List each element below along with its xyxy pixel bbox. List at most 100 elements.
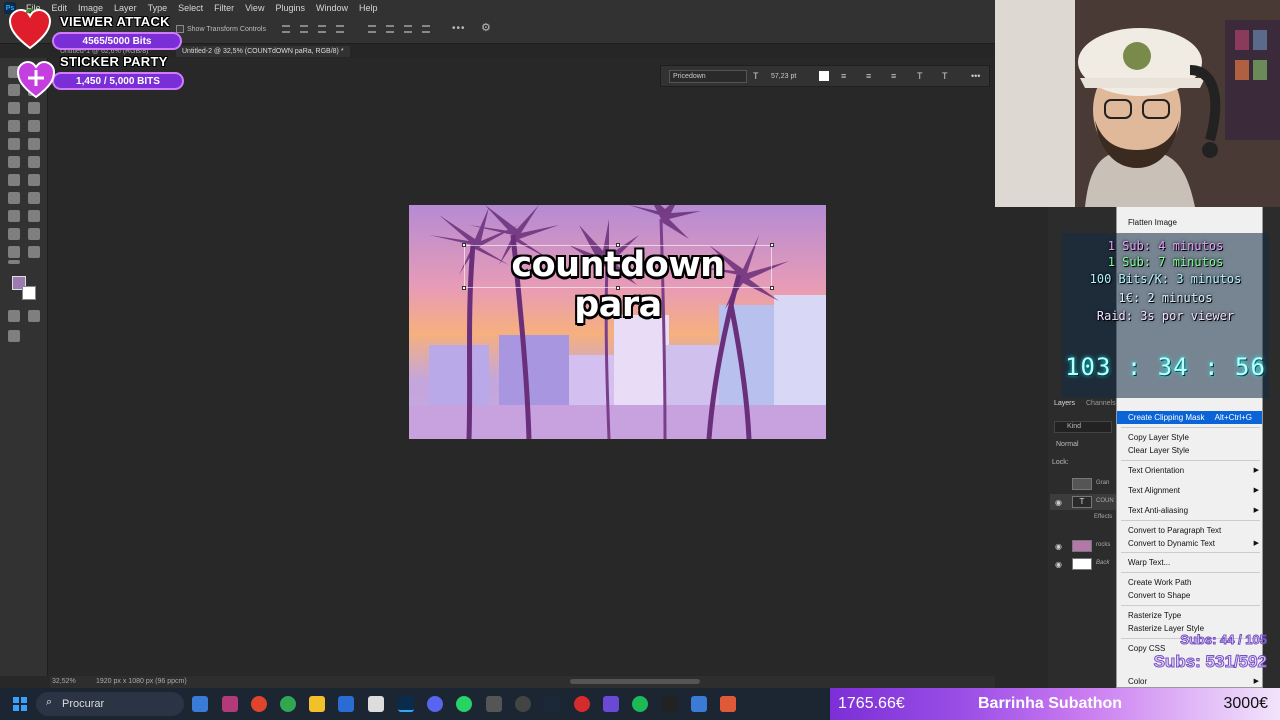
align-top-icon[interactable] xyxy=(368,25,376,33)
history-brush-icon[interactable] xyxy=(8,156,20,168)
horizontal-scrollbar[interactable] xyxy=(570,679,700,684)
menu-item-create-clipping-mask[interactable]: Create Clipping Mask Alt+Ctrl+G xyxy=(1117,411,1262,424)
menu-item-color[interactable]: Color ▶ xyxy=(1117,675,1262,687)
align-right-icon[interactable] xyxy=(318,25,326,33)
filter-kind-select[interactable]: Kind xyxy=(1054,421,1112,433)
frame-tool-icon[interactable] xyxy=(28,102,40,114)
whatsapp-icon[interactable] xyxy=(456,696,472,712)
path-select-icon[interactable] xyxy=(8,210,20,222)
eye-icon[interactable]: ◉ xyxy=(1055,560,1062,569)
screen-mode-icon[interactable] xyxy=(28,310,40,322)
app-icon[interactable] xyxy=(720,696,736,712)
file-explorer-icon[interactable] xyxy=(309,696,325,712)
menu-item-copy-layer-style[interactable]: Copy Layer Style xyxy=(1117,431,1262,444)
dodge-tool-icon[interactable] xyxy=(8,192,20,204)
app-icon[interactable] xyxy=(574,696,590,712)
menu-item-text-orientation[interactable]: Text Orientation ▶ xyxy=(1117,464,1262,477)
type-tool-icon[interactable] xyxy=(28,210,40,222)
photoshop-taskbar-icon[interactable] xyxy=(398,696,414,712)
distribute-v-icon[interactable] xyxy=(422,25,430,33)
steam-icon[interactable] xyxy=(544,696,560,712)
app-icon[interactable] xyxy=(338,696,354,712)
menu-item-flatten-image[interactable]: Flatten Image xyxy=(1117,216,1262,229)
menu-item-text-anti-aliasing[interactable]: Text Anti-aliasing ▶ xyxy=(1117,504,1262,517)
menu-item-convert-shape[interactable]: Convert to Shape xyxy=(1117,589,1262,602)
font-size-field[interactable]: 57,23 pt xyxy=(759,70,815,83)
gear-icon[interactable]: ⚙ xyxy=(481,21,491,34)
extra-tool-icon[interactable] xyxy=(8,330,20,342)
discord-icon[interactable] xyxy=(427,696,443,712)
eye-icon[interactable]: ◉ xyxy=(1055,498,1062,507)
menu-window[interactable]: Window xyxy=(316,3,348,13)
task-view-icon[interactable] xyxy=(192,696,208,712)
document-canvas[interactable]: countdown para xyxy=(409,205,826,439)
text-selection-box[interactable] xyxy=(462,243,774,290)
distribute-icon[interactable] xyxy=(336,25,344,33)
taskbar-search[interactable]: ⌕ Procurar xyxy=(36,692,184,716)
quick-mask-icon[interactable] xyxy=(8,310,20,322)
hand-tool-icon[interactable] xyxy=(8,246,20,258)
pen-tool-icon[interactable] xyxy=(28,192,40,204)
spotify-icon[interactable] xyxy=(632,696,648,712)
direct-select-icon[interactable] xyxy=(8,228,20,240)
align-hcenter-icon[interactable] xyxy=(300,25,308,33)
font-family-select[interactable]: Pricedown xyxy=(669,70,747,83)
stamp-tool-icon[interactable] xyxy=(28,138,40,150)
tab-layers[interactable]: Layers xyxy=(1054,400,1075,407)
app-icon[interactable] xyxy=(603,696,619,712)
blur-tool-icon[interactable] xyxy=(28,174,40,186)
app-icon[interactable] xyxy=(691,696,707,712)
tab-untitled-2[interactable]: Untitled-2 @ 32,5% (COUNTdOWN paRa, RGB/… xyxy=(176,46,350,57)
app-icon[interactable] xyxy=(486,696,502,712)
layer-row[interactable]: Effects xyxy=(1050,510,1118,526)
chrome-icon[interactable] xyxy=(251,696,267,712)
rectangle-tool-icon[interactable] xyxy=(28,228,40,240)
menu-help[interactable]: Help xyxy=(359,3,378,13)
align-vcenter-icon[interactable] xyxy=(386,25,394,33)
text-align-right-icon[interactable]: ≡ xyxy=(891,71,896,81)
app-icon[interactable] xyxy=(280,696,296,712)
menu-plugins[interactable]: Plugins xyxy=(275,3,305,13)
windows-start-icon[interactable] xyxy=(13,697,27,711)
app-icon[interactable] xyxy=(368,696,384,712)
menu-filter[interactable]: Filter xyxy=(214,3,234,13)
layer-row[interactable]: ◉ T COUN xyxy=(1050,494,1118,510)
background-color-swatch[interactable] xyxy=(22,286,36,300)
more-tools-icon[interactable] xyxy=(8,260,20,264)
warp-text-icon[interactable]: T xyxy=(917,71,923,81)
menu-item-convert-paragraph[interactable]: Convert to Paragraph Text xyxy=(1117,524,1262,537)
app-icon[interactable] xyxy=(222,696,238,712)
text-align-left-icon[interactable]: ≡ xyxy=(841,71,846,81)
zoom-tool-icon[interactable] xyxy=(28,246,40,258)
eye-icon[interactable]: ◉ xyxy=(1055,542,1062,551)
layer-row[interactable]: ◉ rocks xyxy=(1050,538,1118,554)
menu-item-text-alignment[interactable]: Text Alignment ▶ xyxy=(1117,484,1262,497)
menu-item-clear-layer-style[interactable]: Clear Layer Style xyxy=(1117,444,1262,457)
zoom-level[interactable]: 32,52% xyxy=(52,678,76,685)
transform-controls-toggle[interactable]: Show Transform Controls xyxy=(176,25,266,33)
menu-view[interactable]: View xyxy=(245,3,264,13)
layer-row[interactable]: ◉ Back xyxy=(1050,556,1118,572)
layer-row[interactable]: Gran xyxy=(1050,476,1118,492)
align-bottom-icon[interactable] xyxy=(404,25,412,33)
more-options-icon[interactable]: ••• xyxy=(452,23,466,34)
character-panel-icon[interactable]: T xyxy=(942,71,948,81)
eyedropper-icon[interactable] xyxy=(8,120,20,132)
text-align-center-icon[interactable]: ≡ xyxy=(866,71,871,81)
menu-item-create-work-path[interactable]: Create Work Path xyxy=(1117,576,1262,589)
menu-item-convert-dynamic[interactable]: Convert to Dynamic Text ▶ xyxy=(1117,537,1262,550)
crop-tool-icon[interactable] xyxy=(8,102,20,114)
menu-item-warp-text[interactable]: Warp Text... xyxy=(1117,556,1262,569)
brush-tool-icon[interactable] xyxy=(8,138,20,150)
align-left-icon[interactable] xyxy=(282,25,290,33)
text-color-swatch[interactable] xyxy=(819,71,829,81)
healing-brush-icon[interactable] xyxy=(28,120,40,132)
app-icon[interactable] xyxy=(515,696,531,712)
gradient-tool-icon[interactable] xyxy=(8,174,20,186)
menu-item-rasterize-type[interactable]: Rasterize Type xyxy=(1117,609,1262,622)
tab-channels[interactable]: Channels xyxy=(1086,400,1116,407)
document-info[interactable]: 1920 px x 1080 px (96 ppcm) xyxy=(96,678,187,685)
blend-mode-select[interactable]: Normal xyxy=(1054,440,1112,452)
capcut-icon[interactable] xyxy=(662,696,678,712)
more-icon[interactable]: ••• xyxy=(971,71,980,81)
